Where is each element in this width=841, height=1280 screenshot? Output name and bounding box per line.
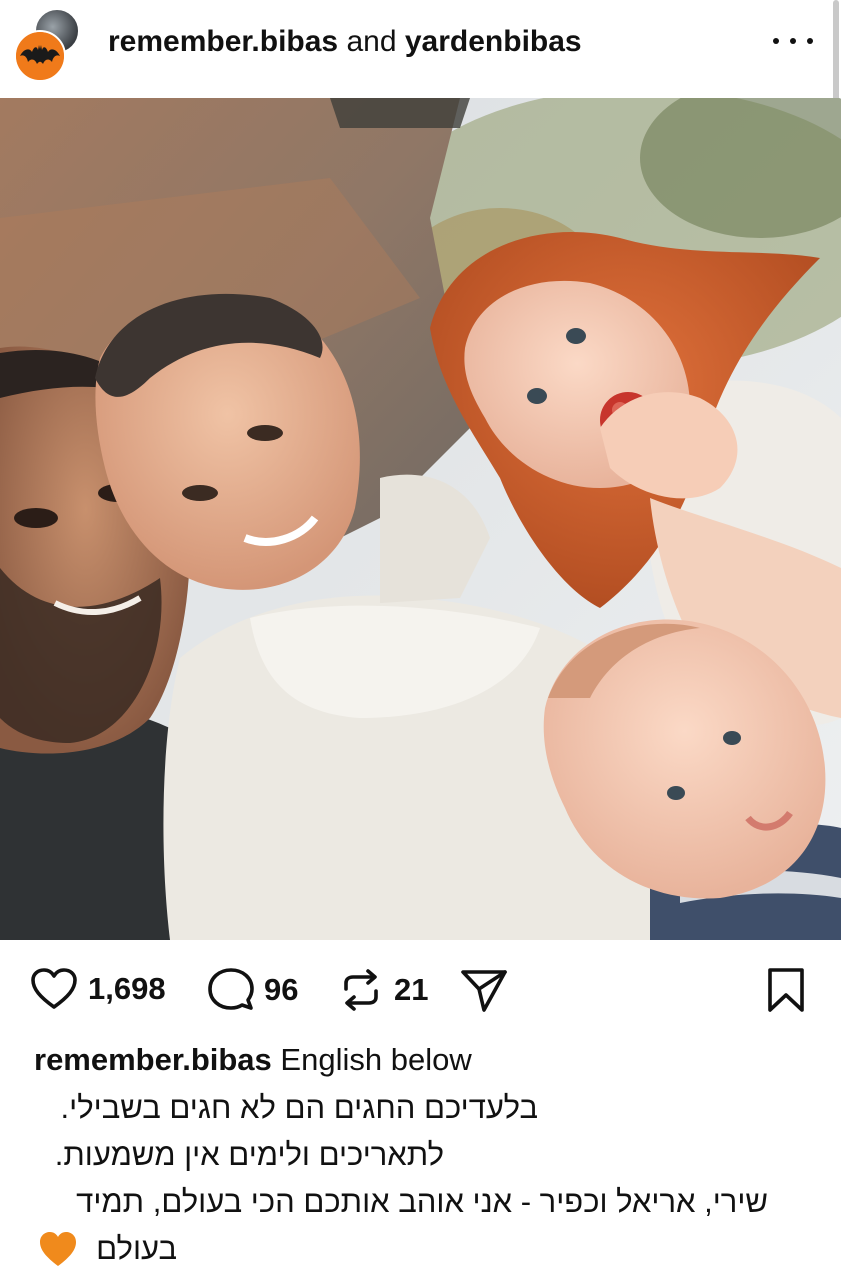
caption-line-3: שירי, אריאל וכפיר - אני אוהב אותכם הכי ב… bbox=[76, 1184, 768, 1219]
authors-conjunction: and bbox=[346, 25, 397, 58]
family-photo-illustration bbox=[0, 98, 841, 940]
comment-button[interactable]: 96 bbox=[208, 967, 298, 1013]
post-authors: remember.bibas and yardenbibas bbox=[108, 24, 582, 60]
comment-icon bbox=[208, 968, 254, 1010]
author-username-1[interactable]: remember.bibas bbox=[108, 25, 338, 58]
caption-intro: English below bbox=[280, 1042, 472, 1077]
more-options-button[interactable] bbox=[773, 26, 813, 56]
share-button[interactable] bbox=[460, 967, 508, 1013]
avatar-group[interactable] bbox=[12, 8, 84, 82]
caption-first-line: remember.bibas English below bbox=[34, 1040, 472, 1080]
heart-icon bbox=[31, 968, 77, 1009]
batman-logo-icon bbox=[16, 32, 64, 80]
bookmark-icon bbox=[768, 968, 804, 1012]
post-header: remember.bibas and yardenbibas bbox=[0, 0, 841, 178]
comments-count[interactable]: 96 bbox=[264, 970, 298, 1010]
like-button[interactable]: 1,698 bbox=[30, 967, 166, 1011]
orange-heart-icon bbox=[38, 1230, 78, 1268]
reposts-count[interactable]: 21 bbox=[394, 970, 428, 1010]
repost-icon bbox=[344, 969, 378, 1011]
caption-line-4: בעולם bbox=[96, 1231, 177, 1266]
save-button[interactable] bbox=[766, 967, 806, 1013]
caption-line-2: לתאריכים ולימים אין משמעות. bbox=[54, 1137, 444, 1172]
more-horizontal-icon bbox=[773, 38, 779, 44]
author-username-2[interactable]: yardenbibas bbox=[405, 25, 582, 58]
caption-line-1: בלעדיכם החגים הם לא חגים בשבילי. bbox=[60, 1090, 538, 1125]
caption-username[interactable]: remember.bibas bbox=[34, 1042, 272, 1077]
post-actions-bar: 1,698 96 21 bbox=[0, 955, 841, 1025]
post-photo[interactable] bbox=[0, 98, 841, 940]
repost-button[interactable]: 21 bbox=[338, 967, 428, 1013]
likes-count[interactable]: 1,698 bbox=[88, 969, 166, 1009]
more-dot bbox=[807, 38, 813, 44]
more-dot bbox=[790, 38, 796, 44]
caption-line-4-wrap: בעולם bbox=[38, 1229, 177, 1269]
avatar-remember-bibas[interactable] bbox=[14, 30, 66, 82]
share-icon bbox=[461, 970, 507, 1012]
